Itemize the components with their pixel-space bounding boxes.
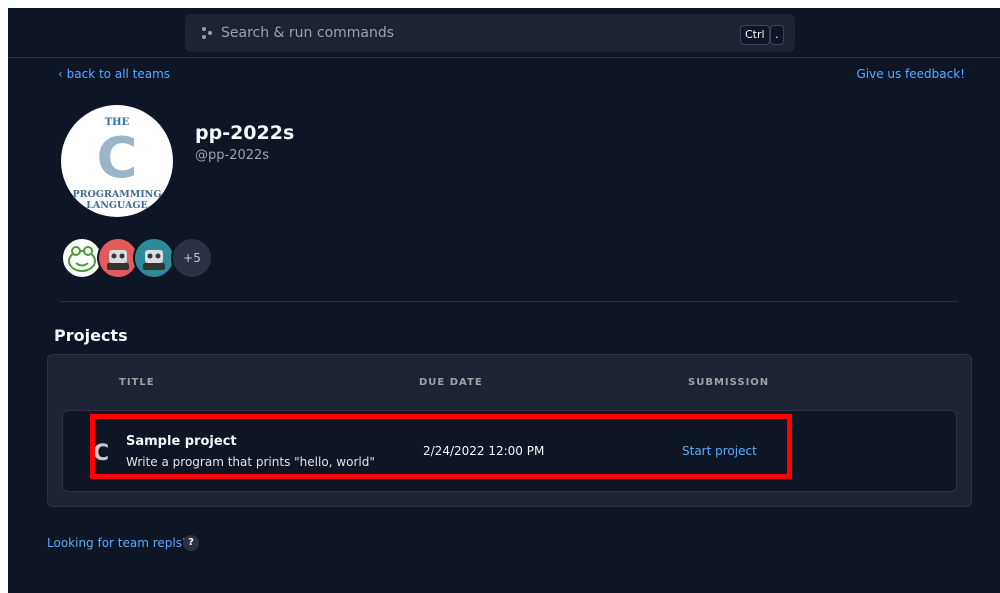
back-link-label: back to all teams: [66, 67, 171, 81]
frog-avatar-icon: [68, 246, 96, 272]
chevron-left-icon: ‹: [58, 67, 63, 81]
team-repls-link[interactable]: Looking for team repls?: [47, 536, 188, 550]
robot-avatar-icon: [107, 250, 129, 270]
start-project-link[interactable]: Start project: [682, 444, 757, 458]
logo-line-3: LANGUAGE: [86, 200, 148, 211]
back-to-teams-link[interactable]: ‹ back to all teams: [58, 67, 170, 81]
logo-letter: C: [96, 126, 137, 191]
help-icon[interactable]: ?: [183, 535, 199, 551]
team-name: pp-2022s: [195, 122, 295, 144]
shortcut-key-ctrl: Ctrl: [740, 25, 770, 45]
c-language-icon: C: [93, 441, 110, 466]
column-header-due-date: DUE DATE: [419, 377, 483, 388]
column-header-submission: SUBMISSION: [688, 377, 770, 388]
column-header-title: TITLE: [119, 377, 155, 388]
project-due-date: 2/24/2022 12:00 PM: [423, 444, 545, 458]
team-logo: THE C PROGRAMMING LANGUAGE: [61, 105, 173, 217]
search-placeholder: Search & run commands: [221, 25, 395, 41]
team-handle: @pp-2022s: [195, 148, 270, 163]
project-title: Sample project: [126, 434, 237, 449]
app-window: Search & run commands Ctrl . ‹ back to a…: [8, 8, 1000, 593]
logo-line-2: PROGRAMMING: [73, 189, 162, 200]
robot-avatar-icon: [143, 250, 165, 270]
top-bar: Search & run commands Ctrl .: [8, 8, 1000, 58]
command-search[interactable]: Search & run commands Ctrl .: [185, 14, 795, 52]
member-avatar[interactable]: [133, 237, 175, 279]
projects-heading: Projects: [54, 326, 128, 345]
section-divider: [60, 301, 958, 302]
shortcut-key-period: .: [770, 25, 784, 45]
project-description: Write a program that prints "hello, worl…: [126, 455, 375, 469]
command-icon: [202, 27, 212, 39]
more-members-badge[interactable]: +5: [171, 237, 213, 279]
feedback-link[interactable]: Give us feedback!: [856, 67, 965, 81]
